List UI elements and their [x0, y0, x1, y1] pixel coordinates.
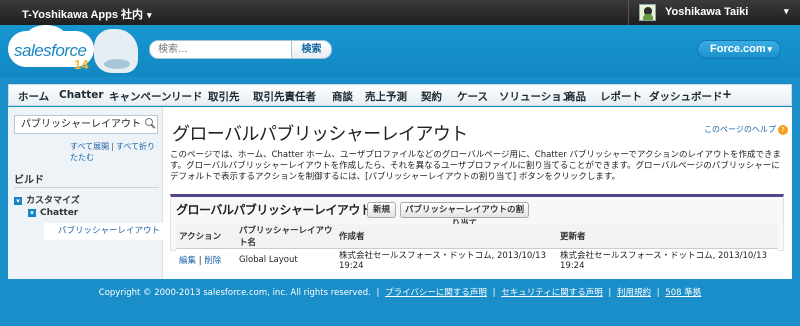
setup-sidebar: パブリッシャーレイアウト すべて展開 | すべて折りたたむ ビルド ▾ カスタマイズ … [8, 107, 164, 279]
tab-forecasts[interactable]: 売上予測 [365, 89, 407, 104]
help-link-label: このページのヘルプ [704, 125, 776, 134]
page-title: グローバルパブリッシャーレイアウト [172, 124, 468, 145]
avatar [639, 4, 656, 21]
column-header-modified-by: 更新者 [557, 224, 778, 249]
help-icon: ? [777, 124, 788, 135]
main-content: グローバルパブリッシャーレイアウト このページのヘルプ? このページでは、ホーム… [163, 107, 792, 279]
footer: Copyright © 2000-2013 salesforce.com, in… [0, 286, 800, 298]
related-list: グローバルパブリッシャーレイアウト 新規 パブリッシャーレイアウトの割り当て ア… [170, 194, 784, 271]
tab-leads[interactable]: リード [171, 89, 203, 104]
tab-dashboards[interactable]: ダッシュボード [649, 89, 723, 104]
user-name: Yoshikawa Taiki [665, 6, 749, 18]
security-link[interactable]: セキュリティに関する声明 [501, 288, 603, 298]
layout-name-cell: Global Layout [236, 248, 336, 271]
modified-by-cell: 株式会社セールスフォース・ドットコム, 2013/10/13 19:24 [557, 248, 778, 271]
tab-solutions[interactable]: ソリューション [499, 89, 572, 104]
tree-leaf-publisher-layouts[interactable]: パブリッシャーレイアウト [44, 223, 164, 240]
search-input[interactable] [149, 40, 292, 59]
terms-link[interactable]: 利用規約 [617, 288, 651, 298]
tab-campaigns[interactable]: キャンペーン [109, 89, 171, 104]
app-picker-label: Force.com [710, 43, 766, 55]
search-button[interactable]: 検索 [292, 40, 332, 59]
logo-version: 14 [74, 57, 89, 72]
tab-contracts[interactable]: 契約 [421, 89, 442, 104]
section-title-build: ビルド [14, 175, 44, 186]
tab-home[interactable]: ホーム [18, 89, 49, 104]
new-button[interactable]: 新規 [367, 202, 396, 218]
tree-node-chatter[interactable]: ▾ Chatter [28, 208, 78, 218]
search-icon[interactable] [145, 118, 155, 128]
app-picker[interactable]: Force.com ▾ [697, 40, 781, 59]
top-bar: T-Yoshikawa Apps 社内 ▾ Yoshikawa Taiki ▾ [0, 0, 800, 25]
tree-node-label: Chatter [40, 208, 79, 218]
table-header-row: アクション パブリッシャーレイアウト名 作成者 更新者 [176, 224, 778, 249]
help-link[interactable]: このページのヘルプ? [704, 124, 788, 135]
org-name: T-Yoshikawa Apps 社内 [22, 9, 144, 21]
chevron-down-icon: ▾ [147, 10, 152, 20]
salesforce-logo[interactable]: salesforce 14 [8, 25, 138, 73]
tree-controls: すべて展開 | すべて折りたたむ [70, 141, 162, 163]
edit-link[interactable]: 編集 [179, 256, 196, 266]
tab-accounts[interactable]: 取引先 [208, 89, 240, 104]
separator: | [656, 288, 660, 298]
expand-all-link[interactable]: すべて展開 [70, 142, 109, 151]
layouts-table: アクション パブリッシャーレイアウト名 作成者 更新者 編集 | 削除 Glob… [176, 224, 778, 271]
separator: | [608, 288, 612, 298]
mascot-icon [94, 29, 138, 73]
tab-chatter[interactable]: Chatter [59, 89, 104, 101]
page-description: このページでは、ホーム、Chatter ホーム、ユーザプロファイルなどのグローバ… [170, 150, 781, 182]
separator: | [111, 142, 114, 151]
all-tabs-plus-icon[interactable]: + [722, 87, 732, 101]
collapse-toggle-icon[interactable]: ▾ [14, 196, 22, 205]
privacy-link[interactable]: プライバシーに関する声明 [385, 288, 487, 298]
column-header-layout-name[interactable]: パブリッシャーレイアウト名 [236, 224, 336, 249]
tree-node-label: カスタマイズ [26, 196, 80, 206]
created-by-cell: 株式会社セールスフォース・ドットコム, 2013/10/13 19:24 [336, 248, 557, 271]
column-header-action: アクション [176, 224, 236, 249]
chevron-down-icon: ▾ [767, 44, 772, 54]
tab-products[interactable]: 商品 [565, 89, 586, 104]
related-list-title: グローバルパブリッシャーレイアウト [176, 203, 372, 217]
tab-bar: ホーム Chatter キャンペーン リード 取引先 取引先責任者 商談 売上予… [8, 84, 792, 106]
row-actions: 編集 | 削除 [176, 248, 236, 271]
tab-contacts[interactable]: 取引先責任者 [253, 89, 316, 104]
tab-cases[interactable]: ケース [457, 89, 488, 104]
chevron-down-icon: ▾ [784, 6, 789, 16]
tab-reports[interactable]: レポート [600, 89, 642, 104]
508-compliance-link[interactable]: 508 準拠 [665, 288, 701, 298]
table-row: 編集 | 削除 Global Layout 株式会社セールスフォース・ドットコム… [176, 248, 778, 271]
tree-node-customize[interactable]: ▾ カスタマイズ [14, 193, 80, 206]
org-switcher[interactable]: T-Yoshikawa Apps 社内 ▾ [22, 6, 152, 22]
delete-link[interactable]: 削除 [204, 256, 221, 266]
tab-opportunities[interactable]: 商談 [332, 89, 353, 104]
separator: | [492, 288, 496, 298]
quick-find-input[interactable]: パブリッシャーレイアウト [14, 115, 158, 134]
assign-layout-button[interactable]: パブリッシャーレイアウトの割り当て [400, 202, 529, 229]
separator: | [376, 288, 380, 298]
separator: | [198, 256, 202, 266]
copyright-text: Copyright © 2000-2013 salesforce.com, in… [98, 288, 371, 298]
collapse-toggle-icon[interactable]: ▾ [28, 208, 36, 217]
user-menu[interactable]: Yoshikawa Taiki ▾ [628, 0, 800, 25]
column-header-created-by: 作成者 [336, 224, 557, 249]
divider [14, 187, 159, 188]
header: salesforce 14 検索 Force.com ▾ [0, 25, 800, 77]
